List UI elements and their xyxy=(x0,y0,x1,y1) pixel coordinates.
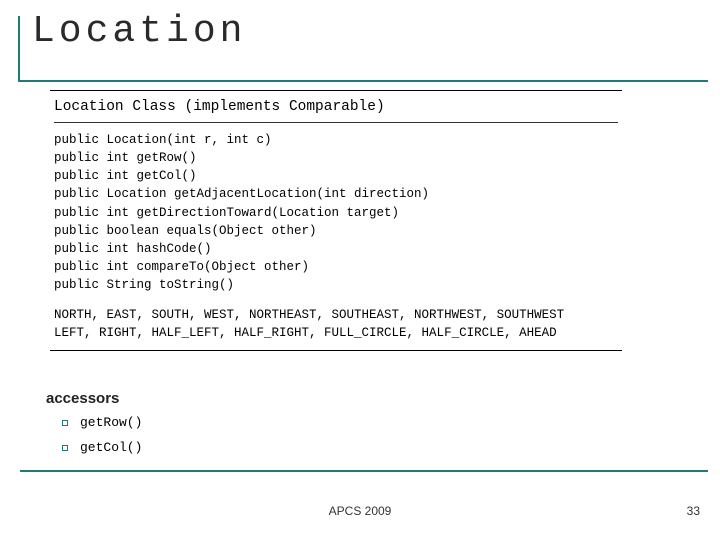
list-item: getCol() xyxy=(80,440,142,455)
class-box-divider xyxy=(54,122,618,123)
slide-title: Location xyxy=(32,10,246,53)
title-rule-horizontal xyxy=(18,80,708,82)
class-definition-box: Location Class (implements Comparable) p… xyxy=(50,90,622,351)
class-box-heading: Location Class (implements Comparable) xyxy=(54,97,618,118)
list-item: getRow() xyxy=(80,415,142,430)
class-constants-list: NORTH, EAST, SOUTH, WEST, NORTHEAST, SOU… xyxy=(54,306,618,342)
accessors-heading: accessors xyxy=(46,390,142,407)
title-rule-vertical xyxy=(18,16,20,82)
slide: Location Location Class (implements Comp… xyxy=(0,0,720,540)
bottom-rule xyxy=(20,470,708,472)
footer-center: APCS 2009 xyxy=(0,504,720,518)
class-methods-list: public Location(int r, int c) public int… xyxy=(54,131,618,294)
accessors-section: accessors getRow() getCol() xyxy=(46,390,142,465)
accessors-list: getRow() getCol() xyxy=(46,415,142,455)
page-number: 33 xyxy=(687,504,700,518)
